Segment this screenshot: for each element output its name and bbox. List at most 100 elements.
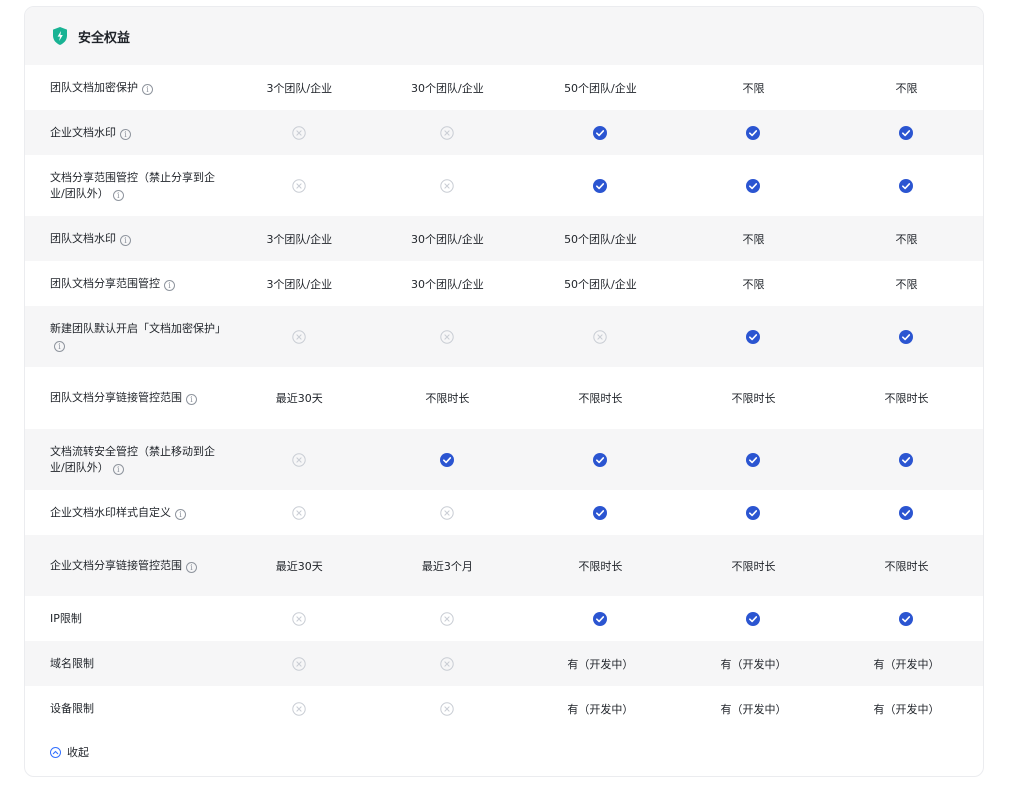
table-row: 企业文档分享链接管控范围 i 最近30天 最近3个月 不限时长 不限时长 不限时长 xyxy=(25,535,983,596)
plan-value-cell xyxy=(371,505,524,520)
table-row: 文档分享范围管控（禁止分享到企业/团队外） i xyxy=(25,155,983,216)
plan-value-cell xyxy=(830,329,983,344)
cross-icon xyxy=(292,505,306,520)
plan-value: 30个团队/企业 xyxy=(411,277,484,291)
plan-value-cell xyxy=(228,701,371,716)
plan-value-cell xyxy=(830,452,983,467)
info-icon[interactable]: i xyxy=(112,189,124,201)
check-icon xyxy=(746,329,761,344)
feature-label: 企业文档分享链接管控范围 i xyxy=(25,558,228,574)
plan-value-cell xyxy=(228,505,371,520)
plan-value: 不限 xyxy=(895,277,918,291)
feature-label: 团队文档分享范围管控 i xyxy=(25,276,228,292)
plan-value: 50个团队/企业 xyxy=(564,232,637,246)
cross-icon xyxy=(292,452,306,467)
table-row: 团队文档分享链接管控范围 i 最近30天 不限时长 不限时长 不限时长 不限时长 xyxy=(25,367,983,429)
plan-value: 有（开发中） xyxy=(567,657,634,671)
plan-value: 50个团队/企业 xyxy=(564,277,637,291)
plan-value: 不限时长 xyxy=(578,559,623,573)
cross-icon xyxy=(292,656,306,671)
plan-value: 有（开发中） xyxy=(567,702,634,716)
table-row: 域名限制 有（开发中） 有（开发中） 有（开发中） xyxy=(25,641,983,686)
feature-label-text: 团队文档水印 xyxy=(50,231,116,245)
info-icon[interactable]: i xyxy=(120,234,131,246)
feature-label: 文档流转安全管控（禁止移动到企业/团队外） i xyxy=(25,444,228,476)
plan-value-cell xyxy=(677,178,830,193)
cross-icon xyxy=(593,329,608,344)
cross-icon xyxy=(292,701,306,716)
table-row: 团队文档加密保护 i 3个团队/企业 30个团队/企业 50个团队/企业 不限 不限 xyxy=(25,65,983,110)
feature-label: 域名限制 xyxy=(25,656,228,672)
plan-value-cell xyxy=(677,329,830,344)
plan-value-cell xyxy=(228,656,371,671)
plan-value: 不限 xyxy=(895,232,918,246)
plan-value: 不限时长 xyxy=(731,392,776,405)
plan-value-cell xyxy=(830,125,983,140)
benefits-table: 团队文档加密保护 i 3个团队/企业 30个团队/企业 50个团队/企业 不限 不限 企业文档… xyxy=(25,65,983,731)
section-title: 安全权益 xyxy=(78,30,131,46)
plan-value: 30个团队/企业 xyxy=(411,81,484,95)
plan-value-cell xyxy=(228,611,371,626)
table-row: 文档流转安全管控（禁止移动到企业/团队外） i xyxy=(25,429,983,490)
feature-label: 团队文档水印 i xyxy=(25,231,228,247)
check-icon xyxy=(593,505,608,520)
plan-value: 不限时长 xyxy=(578,392,623,405)
table-row: 团队文档分享范围管控 i 3个团队/企业 30个团队/企业 50个团队/企业 不限 不限 xyxy=(25,261,983,306)
feature-label-text: 企业文档水印 xyxy=(50,125,116,139)
plan-value-cell xyxy=(371,452,524,467)
info-icon[interactable]: i xyxy=(142,83,153,95)
shield-icon xyxy=(51,26,69,46)
check-icon xyxy=(593,452,608,467)
check-icon xyxy=(746,178,761,193)
feature-label: 企业文档水印 i xyxy=(25,125,228,141)
plan-value-cell xyxy=(830,611,983,626)
cross-icon xyxy=(440,125,455,140)
plan-value-cell xyxy=(524,329,677,344)
plan-value: 不限 xyxy=(895,81,918,95)
check-icon xyxy=(593,125,608,140)
plan-value-cell xyxy=(371,178,524,193)
table-row: 设备限制 有（开发中） 有（开发中） 有（开发中） xyxy=(25,686,983,731)
check-icon xyxy=(593,178,608,193)
check-icon xyxy=(746,125,761,140)
cross-icon xyxy=(440,611,455,626)
info-icon[interactable]: i xyxy=(175,508,186,520)
info-icon[interactable]: i xyxy=(120,128,131,140)
check-icon xyxy=(899,178,914,193)
plan-value-cell xyxy=(677,452,830,467)
cross-icon xyxy=(292,178,306,193)
cross-icon xyxy=(440,178,455,193)
feature-label-text: 新建团队默认开启「文档加密保护」 xyxy=(50,321,226,335)
cross-icon xyxy=(292,125,306,140)
cross-icon xyxy=(292,329,306,344)
plan-value-cell xyxy=(524,125,677,140)
check-icon xyxy=(899,329,914,344)
plan-value: 不限时长 xyxy=(731,559,776,573)
info-icon[interactable]: i xyxy=(164,279,175,291)
feature-label-text: 域名限制 xyxy=(50,656,94,670)
plan-value: 30个团队/企业 xyxy=(411,232,484,246)
info-icon[interactable]: i xyxy=(54,340,65,352)
collapse-button[interactable]: 收起 xyxy=(25,731,983,773)
plan-value: 不限 xyxy=(742,232,765,246)
feature-label-text: IP限制 xyxy=(50,611,82,625)
feature-label-text: 团队文档分享链接管控范围 xyxy=(50,391,182,404)
feature-label-text: 企业文档水印样式自定义 xyxy=(50,505,171,519)
plan-value-cell xyxy=(524,178,677,193)
plan-value: 50个团队/企业 xyxy=(564,81,637,95)
feature-label: 团队文档分享链接管控范围 i xyxy=(25,390,228,406)
feature-label: 文档分享范围管控（禁止分享到企业/团队外） i xyxy=(25,170,228,202)
section-header: 安全权益 xyxy=(25,7,983,65)
feature-label: 新建团队默认开启「文档加密保护」 i xyxy=(25,321,228,353)
info-icon[interactable]: i xyxy=(186,394,197,405)
plan-value: 不限时长 xyxy=(425,392,470,405)
plan-value-cell xyxy=(371,329,524,344)
table-row: IP限制 xyxy=(25,596,983,641)
info-icon[interactable]: i xyxy=(112,463,124,475)
plan-value-cell xyxy=(524,452,677,467)
feature-label: 企业文档水印样式自定义 i xyxy=(25,505,228,521)
plan-value-cell xyxy=(677,125,830,140)
plan-value: 3个团队/企业 xyxy=(266,277,333,291)
plan-value-cell xyxy=(228,452,371,467)
info-icon[interactable]: i xyxy=(186,561,197,573)
